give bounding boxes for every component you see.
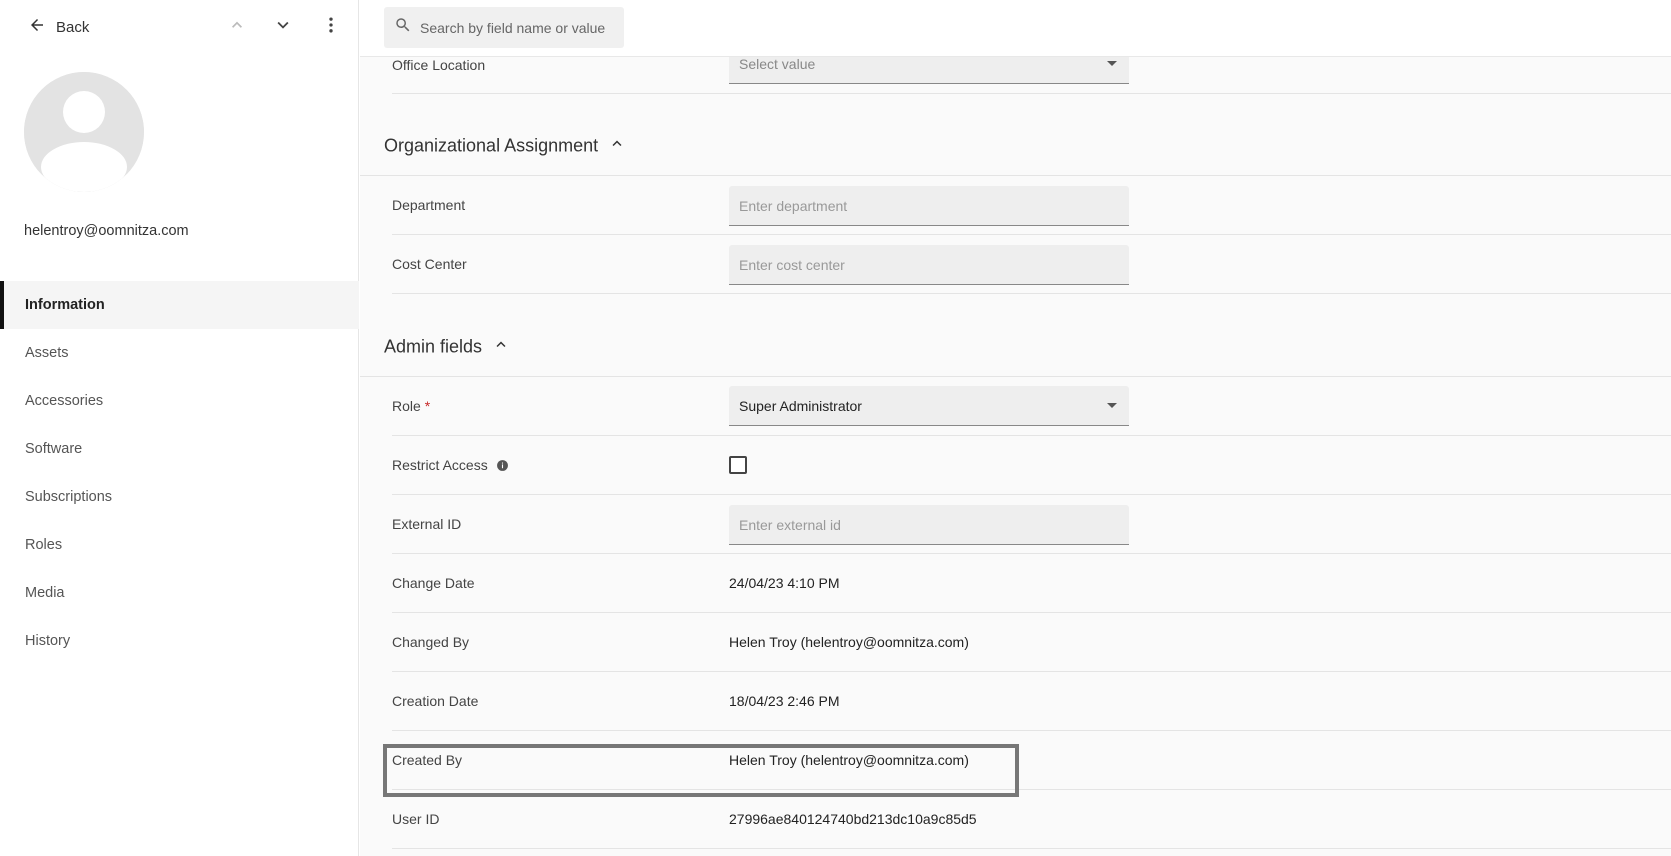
user-silhouette-icon xyxy=(24,72,144,192)
user-id-value: 27996ae840124740bd213dc10a9c85d5 xyxy=(729,811,977,827)
row-cost-center: Cost Center Enter cost center xyxy=(392,235,1671,294)
department-input[interactable]: Enter department xyxy=(729,186,1129,226)
change-date-label: Change Date xyxy=(392,575,475,591)
search-icon xyxy=(394,16,412,39)
row-external-id: External ID Enter external id xyxy=(392,495,1671,554)
back-button[interactable]: Back xyxy=(28,14,89,40)
sidebar-item-accessories[interactable]: Accessories xyxy=(0,377,359,425)
search-field[interactable] xyxy=(384,7,624,48)
cost-center-label: Cost Center xyxy=(392,256,467,272)
section-admin-fields: Admin fields xyxy=(360,317,1671,377)
user-id-label: User ID xyxy=(392,811,440,827)
external-id-label: External ID xyxy=(392,516,462,532)
chevron-down-icon xyxy=(272,14,294,41)
search-bar xyxy=(360,0,1671,57)
creation-date-value: 18/04/23 2:46 PM xyxy=(729,693,840,709)
department-placeholder: Enter department xyxy=(739,197,848,214)
changed-by-value: Helen Troy (helentroy@oomnitza.com) xyxy=(729,634,969,650)
cost-center-placeholder: Enter cost center xyxy=(739,256,845,273)
chevron-up-icon xyxy=(227,15,247,40)
row-created-by: Created By Helen Troy (helentroy@oomnitz… xyxy=(392,731,1671,790)
caret-down-icon xyxy=(1107,402,1117,408)
role-select[interactable]: Super Administrator xyxy=(729,386,1129,426)
avatar xyxy=(24,72,144,192)
sidebar-item-roles[interactable]: Roles xyxy=(0,521,359,569)
cost-center-input[interactable]: Enter cost center xyxy=(729,245,1129,285)
row-change-date: Change Date 24/04/23 4:10 PM xyxy=(392,554,1671,613)
sidebar-item-information[interactable]: Information xyxy=(0,281,359,329)
sidebar-item-history[interactable]: History xyxy=(0,617,359,665)
external-id-placeholder: Enter external id xyxy=(739,516,841,533)
more-options-button[interactable] xyxy=(318,14,344,40)
chevron-up-icon xyxy=(492,335,510,358)
required-indicator: * xyxy=(424,398,431,414)
user-email: helentroy@oomnitza.com xyxy=(24,223,189,239)
sidebar-item-software[interactable]: Software xyxy=(0,425,359,473)
sidebar-nav: Information Assets Accessories Software … xyxy=(0,281,359,665)
section-organizational-assignment: Organizational Assignment xyxy=(360,116,1671,176)
row-user-id: User ID 27996ae840124740bd213dc10a9c85d5 xyxy=(392,790,1671,849)
restrict-access-label-text: Restrict Access xyxy=(392,457,488,473)
back-label: Back xyxy=(56,18,90,36)
caret-down-icon xyxy=(1107,60,1117,66)
role-label: Role * xyxy=(392,398,430,414)
restrict-access-checkbox[interactable] xyxy=(729,456,747,474)
row-restrict-access: Restrict Access xyxy=(392,436,1671,495)
sidebar-item-subscriptions[interactable]: Subscriptions xyxy=(0,473,359,521)
row-changed-by: Changed By Helen Troy (helentroy@oomnitz… xyxy=(392,613,1671,672)
role-value: Super Administrator xyxy=(739,397,862,414)
office-location-placeholder: Select value xyxy=(739,55,816,72)
row-creation-date: Creation Date 18/04/23 2:46 PM xyxy=(392,672,1671,731)
sidebar-item-assets[interactable]: Assets xyxy=(0,329,359,377)
role-label-text: Role xyxy=(392,398,421,414)
sidebar-topbar: Back xyxy=(0,0,359,54)
created-by-value: Helen Troy (helentroy@oomnitza.com) xyxy=(729,752,969,768)
restrict-access-label: Restrict Access xyxy=(392,457,509,473)
chevron-up-icon xyxy=(608,134,626,157)
created-by-label: Created By xyxy=(392,752,463,768)
next-record-button[interactable] xyxy=(270,14,296,40)
external-id-input[interactable]: Enter external id xyxy=(729,505,1129,545)
department-label: Department xyxy=(392,197,466,213)
changed-by-label: Changed By xyxy=(392,634,470,650)
arrow-left-icon xyxy=(28,16,46,38)
main-panel: Office Location Select value Organizatio… xyxy=(360,0,1671,856)
office-location-label: Office Location xyxy=(392,57,486,73)
sidebar-item-media[interactable]: Media xyxy=(0,569,359,617)
search-input[interactable] xyxy=(420,19,610,36)
sidebar: Back helentroy@oomnitza.com Information … xyxy=(0,0,359,856)
section-title-organizational-assignment: Organizational Assignment xyxy=(384,135,599,155)
section-toggle-organizational-assignment[interactable]: Organizational Assignment xyxy=(384,134,626,157)
info-icon[interactable] xyxy=(496,459,509,472)
previous-record-button[interactable] xyxy=(224,14,250,40)
creation-date-label: Creation Date xyxy=(392,693,479,709)
change-date-value: 24/04/23 4:10 PM xyxy=(729,575,840,591)
row-department: Department Enter department xyxy=(392,176,1671,235)
section-toggle-admin-fields[interactable]: Admin fields xyxy=(384,335,510,358)
more-vertical-icon xyxy=(321,15,341,40)
row-role: Role * Super Administrator xyxy=(392,377,1671,436)
section-title-admin-fields: Admin fields xyxy=(384,336,483,356)
